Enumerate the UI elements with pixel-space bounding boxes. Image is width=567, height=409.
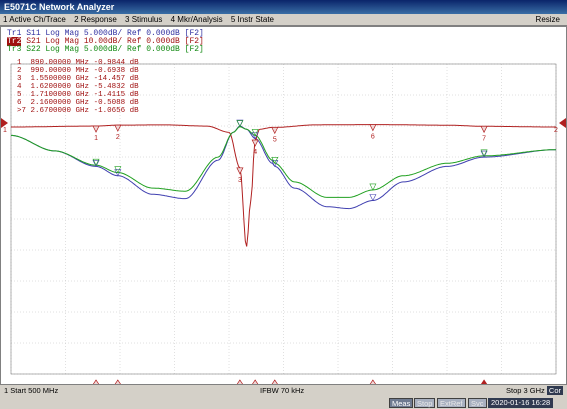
marker-label: 7 [482,135,486,142]
stimulus-marker-icon [480,379,488,384]
marker-row: 1 890.00000 MHz -0.9844 dB [17,59,139,67]
marker-label: 3 [238,177,242,184]
trace-3-id: Tr3 [7,45,22,54]
start-frequency[interactable]: 1 Start 500 MHz [4,385,58,397]
marker-row: >7 2.6700000 GHz -1.0656 dB [17,107,139,115]
meas-indicator[interactable]: Meas [389,398,414,408]
softkey-menu: 1 Active Ch/Trace 2 Response 3 Stimulus … [0,14,567,26]
ref-left-label: 1 [3,127,7,134]
stimulus-marker-icon [271,379,278,384]
marker-triangle-icon [236,167,244,175]
stimulus-marker-icon [236,379,243,384]
stop-frequency[interactable]: Stop 3 GHz Cor [506,385,563,397]
stimulus-marker-icon [369,379,376,384]
extref-indicator[interactable]: ExtRef [437,398,466,408]
menu-mkr-analysis[interactable]: 4 Mkr/Analysis [168,14,226,26]
marker-row: 6 2.1600000 GHz -0.5088 dB [17,99,139,107]
trace-header: Tr1 S11 Log Mag 5.000dB/ Ref 0.000dB [F2… [7,30,204,54]
ref-right-arrow-icon [559,118,566,128]
marker-label: 6 [371,134,375,141]
menu-instr-state[interactable]: 5 Instr State [228,14,277,26]
marker-label: 1 [94,135,98,142]
marker-label: 2 [116,134,120,141]
menu-response[interactable]: 2 Response [71,14,120,26]
datetime-display: 2020-01-16 16:28 [488,398,554,408]
marker-triangle-icon [369,194,377,202]
ref-right-label: 2 [554,127,558,134]
marker-row: 2 990.00000 MHz -0.6938 dB [17,67,139,75]
svc-indicator[interactable]: Svc [468,398,487,408]
marker-row: 4 1.6200000 GHz -5.4832 dB [17,83,139,91]
menu-active-ch-trace[interactable]: 1 Active Ch/Trace [0,14,69,26]
cor-indicator: Cor [546,386,563,395]
menu-stimulus[interactable]: 3 Stimulus [122,14,165,26]
stimulus-marker-icon [114,379,121,384]
marker-triangle-icon [92,125,100,133]
window-title: E5071C Network Analyzer [0,0,567,14]
ifbw-readout[interactable]: IFBW 70 kHz [260,385,304,397]
instrument-status-bar: Meas Stop ExtRef Svc 2020-01-16 16:28 [0,397,567,409]
marker-triangle-icon [251,139,259,147]
stimulus-marker-icon [92,379,100,384]
marker-triangle-icon [480,125,488,134]
marker-label: 4 [253,149,257,156]
measurement-display: 1 2 3 4 5 6 7 1 2 Tr1 S11 Log Mag 5.000dB/ Ref 0… [0,26,567,385]
marker-triangle-icon [369,124,377,132]
marker-row: 3 1.5500000 GHz -14.457 dB [17,75,139,83]
stop-indicator[interactable]: Stop [414,398,436,408]
marker-triangle-icon [271,127,279,135]
trace-s22 [11,126,556,198]
trace-3-label: S22 Log Mag 5.000dB/ Ref 0.000dB [F2] [26,45,204,54]
resize-button[interactable]: Resize [533,14,563,26]
marker-triangle-icon [369,183,377,191]
channel-status-bar: 1 Start 500 MHz IFBW 70 kHz Stop 3 GHz C… [0,385,567,397]
marker-readout-table: 1 890.00000 MHz -0.9844 dB 2 990.00000 M… [17,59,139,115]
stimulus-marker-icon [252,379,259,384]
marker-label: 5 [273,136,277,143]
trace-3-row[interactable]: Tr3 S22 Log Mag 5.000dB/ Ref 0.000dB [F2… [7,46,204,54]
marker-row: 5 1.7100000 GHz -1.4115 dB [17,91,139,99]
